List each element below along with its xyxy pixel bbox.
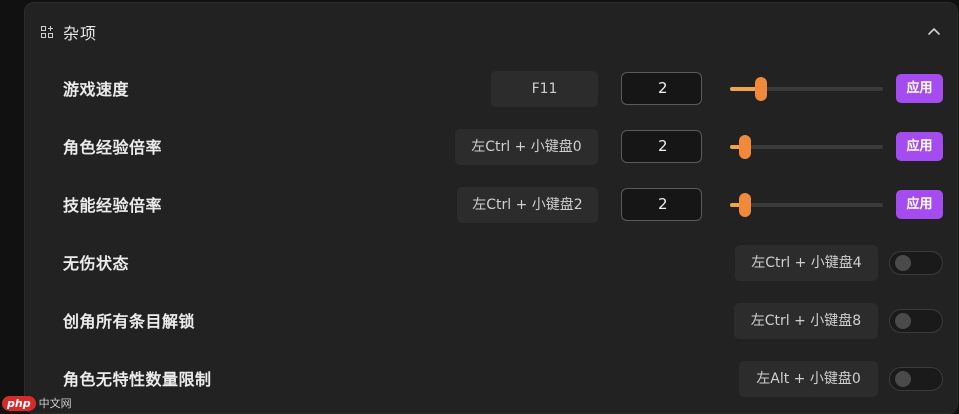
chevron-up-icon[interactable] bbox=[927, 25, 941, 39]
grid-plus-icon bbox=[41, 26, 53, 38]
slider-thumb[interactable] bbox=[739, 193, 752, 217]
misc-settings-panel: 杂项 游戏速度 F11 2 应用 角色经验倍率 左Ctrl + 小键盘0 2 应… bbox=[24, 2, 958, 414]
value-input[interactable]: 2 bbox=[621, 72, 702, 105]
value-slider[interactable] bbox=[730, 77, 883, 101]
value-input[interactable]: 2 bbox=[621, 130, 702, 163]
toggle-switch[interactable] bbox=[889, 251, 943, 275]
setting-label: 创角所有条目解锁 bbox=[63, 312, 196, 331]
value-slider[interactable] bbox=[730, 193, 883, 217]
setting-row-unlock-creation-entries: 创角所有条目解锁 左Ctrl + 小键盘8 bbox=[25, 292, 957, 350]
toggle-switch[interactable] bbox=[889, 309, 943, 333]
hotkey-button[interactable]: 左Ctrl + 小键盘8 bbox=[734, 303, 878, 339]
value-input[interactable]: 2 bbox=[621, 188, 702, 221]
toggle-switch[interactable] bbox=[889, 367, 943, 391]
setting-row-game-speed: 游戏速度 F11 2 应用 bbox=[25, 60, 957, 118]
watermark-logo: php bbox=[2, 395, 36, 411]
setting-label: 游戏速度 bbox=[63, 80, 130, 99]
hotkey-button[interactable]: 左Ctrl + 小键盘2 bbox=[457, 187, 598, 223]
setting-row-no-damage: 无伤状态 左Ctrl + 小键盘4 bbox=[25, 234, 957, 292]
toggle-knob bbox=[895, 313, 911, 329]
value-slider[interactable] bbox=[730, 135, 883, 159]
setting-row-no-trait-limit: 角色无特性数量限制 左Alt + 小键盘0 bbox=[25, 350, 957, 408]
hotkey-button[interactable]: F11 bbox=[491, 71, 598, 107]
toggle-knob bbox=[895, 255, 911, 271]
hotkey-button[interactable]: 左Ctrl + 小键盘4 bbox=[735, 245, 878, 281]
toggle-knob bbox=[895, 371, 911, 387]
section-header[interactable]: 杂项 bbox=[25, 3, 957, 59]
apply-button[interactable]: 应用 bbox=[896, 190, 943, 219]
watermark-text: 中文网 bbox=[38, 397, 72, 410]
setting-label: 无伤状态 bbox=[63, 254, 130, 273]
slider-thumb[interactable] bbox=[739, 135, 752, 159]
hotkey-button[interactable]: 左Alt + 小键盘0 bbox=[739, 361, 878, 397]
slider-thumb[interactable] bbox=[754, 77, 767, 101]
apply-button[interactable]: 应用 bbox=[896, 74, 943, 103]
section-title: 杂项 bbox=[63, 24, 98, 43]
hotkey-button[interactable]: 左Ctrl + 小键盘0 bbox=[455, 129, 598, 165]
setting-label: 角色无特性数量限制 bbox=[63, 370, 212, 389]
setting-label: 技能经验倍率 bbox=[63, 196, 163, 215]
setting-row-skill-exp-rate: 技能经验倍率 左Ctrl + 小键盘2 2 应用 bbox=[25, 176, 957, 234]
setting-row-character-exp-rate: 角色经验倍率 左Ctrl + 小键盘0 2 应用 bbox=[25, 118, 957, 176]
setting-label: 角色经验倍率 bbox=[63, 138, 163, 157]
site-watermark: php 中文网 bbox=[2, 393, 72, 413]
apply-button[interactable]: 应用 bbox=[896, 132, 943, 161]
